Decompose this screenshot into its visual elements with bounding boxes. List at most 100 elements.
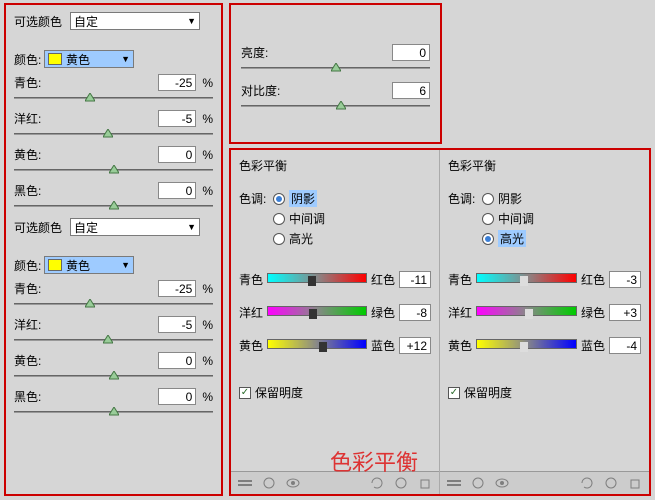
reset-icon[interactable] [369, 476, 385, 490]
opt-hi: 高光 [498, 230, 526, 247]
l-cyan: 青色 [239, 271, 267, 288]
preset-dropdown-2[interactable]: 自定▼ [70, 218, 200, 236]
adjustments-icon[interactable] [446, 476, 462, 490]
brightness-slider[interactable] [241, 64, 430, 76]
cyan-slider[interactable] [14, 94, 213, 106]
pct: % [202, 184, 213, 198]
contrast-input[interactable] [392, 82, 430, 99]
pct: % [202, 76, 213, 90]
radio-mid[interactable] [273, 213, 285, 225]
yellow-swatch [48, 259, 62, 271]
opt-mid: 中间调 [289, 210, 325, 227]
yb-input[interactable] [399, 337, 431, 354]
yellow-slider-2[interactable] [14, 372, 213, 384]
pct: % [202, 390, 213, 404]
color-value: 黄色 [66, 51, 90, 68]
color-dropdown-2[interactable]: 黄色▼ [44, 256, 134, 274]
magenta-slider[interactable] [14, 130, 213, 142]
l-grn: 绿色 [577, 304, 605, 321]
annotation-text: 色彩平衡 [330, 445, 418, 477]
black-slider[interactable] [14, 202, 213, 214]
color-balance-left: 色彩平衡 色调:阴影 中间调 高光 青色红色 洋红绿色 黄色蓝色 ✓保留明度 [231, 150, 440, 494]
chevron-down-icon: ▼ [187, 222, 196, 232]
preserve-lum-check-r[interactable]: ✓ [448, 387, 460, 399]
black-input[interactable] [158, 182, 196, 199]
color-balance-right: 色彩平衡 色调:阴影 中间调 高光 青色红色 洋红绿色 黄色蓝色 ✓保留明度 [440, 150, 649, 494]
cyan-label: 青色: [14, 280, 54, 297]
brightness-contrast-panel: 亮度: 对比度: [229, 3, 442, 144]
l-grn: 绿色 [367, 304, 395, 321]
selective-color-panel: 可选颜色 自定▼ 颜色: 黄色▼ 青色:% 洋红:% 黄色:% 黑色:% 可选颜… [4, 3, 223, 496]
contrast-slider[interactable] [241, 102, 430, 114]
l-blu: 蓝色 [577, 337, 605, 354]
opt-shadow: 阴影 [289, 190, 317, 207]
radio-mid-r[interactable] [482, 213, 494, 225]
clip-icon[interactable] [261, 476, 277, 490]
cyan-input-2[interactable] [158, 280, 196, 297]
yellow-slider[interactable] [14, 166, 213, 178]
yellow-input[interactable] [158, 146, 196, 163]
yb-input-r[interactable] [609, 337, 641, 354]
chevron-down-icon: ▼ [121, 260, 130, 270]
yellow-input-2[interactable] [158, 352, 196, 369]
l-yel: 黄色 [448, 337, 476, 354]
radio-shadow-r[interactable] [482, 193, 494, 205]
mg-slider[interactable] [267, 306, 367, 320]
trash-icon[interactable] [417, 476, 433, 490]
adjustments-icon[interactable] [237, 476, 253, 490]
brightness-input[interactable] [392, 44, 430, 61]
opt-shadow: 阴影 [498, 190, 522, 207]
yellow-label: 黄色: [14, 146, 54, 163]
brightness-label: 亮度: [241, 44, 291, 61]
eye-icon[interactable] [285, 476, 301, 490]
pct: % [202, 282, 213, 296]
prev-icon[interactable] [603, 476, 619, 490]
cr-input-r[interactable] [609, 271, 641, 288]
preserve-lum-check[interactable]: ✓ [239, 387, 251, 399]
yellow-label: 黄色: [14, 352, 54, 369]
cr-slider[interactable] [267, 273, 367, 287]
radio-hi[interactable] [273, 233, 285, 245]
preserve-label: 保留明度 [464, 384, 512, 401]
mg-input-r[interactable] [609, 304, 641, 321]
black-input-2[interactable] [158, 388, 196, 405]
magenta-label: 洋红: [14, 316, 54, 333]
magenta-slider-2[interactable] [14, 336, 213, 348]
chevron-down-icon: ▼ [187, 16, 196, 26]
color-balance-pair: 色彩平衡 色调:阴影 中间调 高光 青色红色 洋红绿色 黄色蓝色 ✓保留明度 色… [229, 148, 651, 496]
mg-input[interactable] [399, 304, 431, 321]
cr-slider-r[interactable] [476, 273, 577, 287]
mg-slider-r[interactable] [476, 306, 577, 320]
cyan-input[interactable] [158, 74, 196, 91]
contrast-label: 对比度: [241, 82, 291, 99]
l-red: 红色 [577, 271, 605, 288]
color-label: 颜色: [14, 51, 44, 68]
opt-mid: 中间调 [498, 210, 534, 227]
yb-slider[interactable] [267, 339, 367, 353]
opt-hi: 高光 [289, 230, 313, 247]
trash-icon[interactable] [627, 476, 643, 490]
pct: % [202, 148, 213, 162]
prev-icon[interactable] [393, 476, 409, 490]
cyan-slider-2[interactable] [14, 300, 213, 312]
tone-label: 色调: [239, 190, 273, 207]
color-dropdown[interactable]: 黄色▼ [44, 50, 134, 68]
panel-icons-r [440, 471, 649, 494]
radio-shadow[interactable] [273, 193, 285, 205]
black-slider-2[interactable] [14, 408, 213, 420]
eye-icon[interactable] [494, 476, 510, 490]
reset-icon[interactable] [579, 476, 595, 490]
yb-slider-r[interactable] [476, 339, 577, 353]
clip-icon[interactable] [470, 476, 486, 490]
magenta-input[interactable] [158, 110, 196, 127]
l-blu: 蓝色 [367, 337, 395, 354]
preset-dropdown[interactable]: 自定▼ [70, 12, 200, 30]
preserve-label: 保留明度 [255, 384, 303, 401]
black-label: 黑色: [14, 182, 54, 199]
pct: % [202, 318, 213, 332]
cr-input[interactable] [399, 271, 431, 288]
radio-hi-r[interactable] [482, 233, 494, 245]
l-red: 红色 [367, 271, 395, 288]
pct: % [202, 112, 213, 126]
magenta-input-2[interactable] [158, 316, 196, 333]
